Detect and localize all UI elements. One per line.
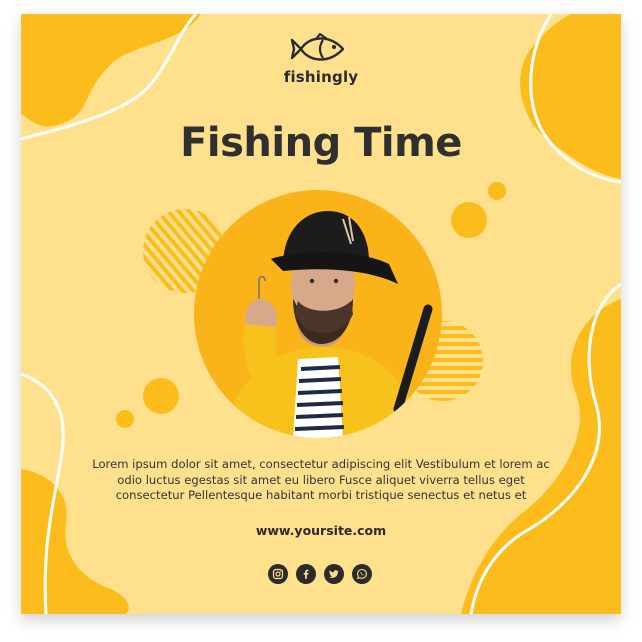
social-icons [268, 564, 374, 584]
twitter-icon[interactable] [324, 564, 344, 584]
fisherman-photo [194, 190, 442, 438]
facebook-icon[interactable] [296, 564, 316, 584]
fish-icon [290, 32, 345, 61]
fishing-post-card: fishingly Fishing Time Lorem ipsum dolor… [21, 14, 621, 614]
brand-name: fishingly [283, 68, 359, 86]
description-text: Lorem ipsum dolor sit amet, consectetur … [92, 457, 550, 502]
website-link[interactable]: www.yoursite.com [21, 523, 621, 538]
whatsapp-icon[interactable] [352, 564, 372, 584]
instagram-icon[interactable] [268, 564, 288, 584]
page-title: Fishing Time [180, 120, 462, 166]
